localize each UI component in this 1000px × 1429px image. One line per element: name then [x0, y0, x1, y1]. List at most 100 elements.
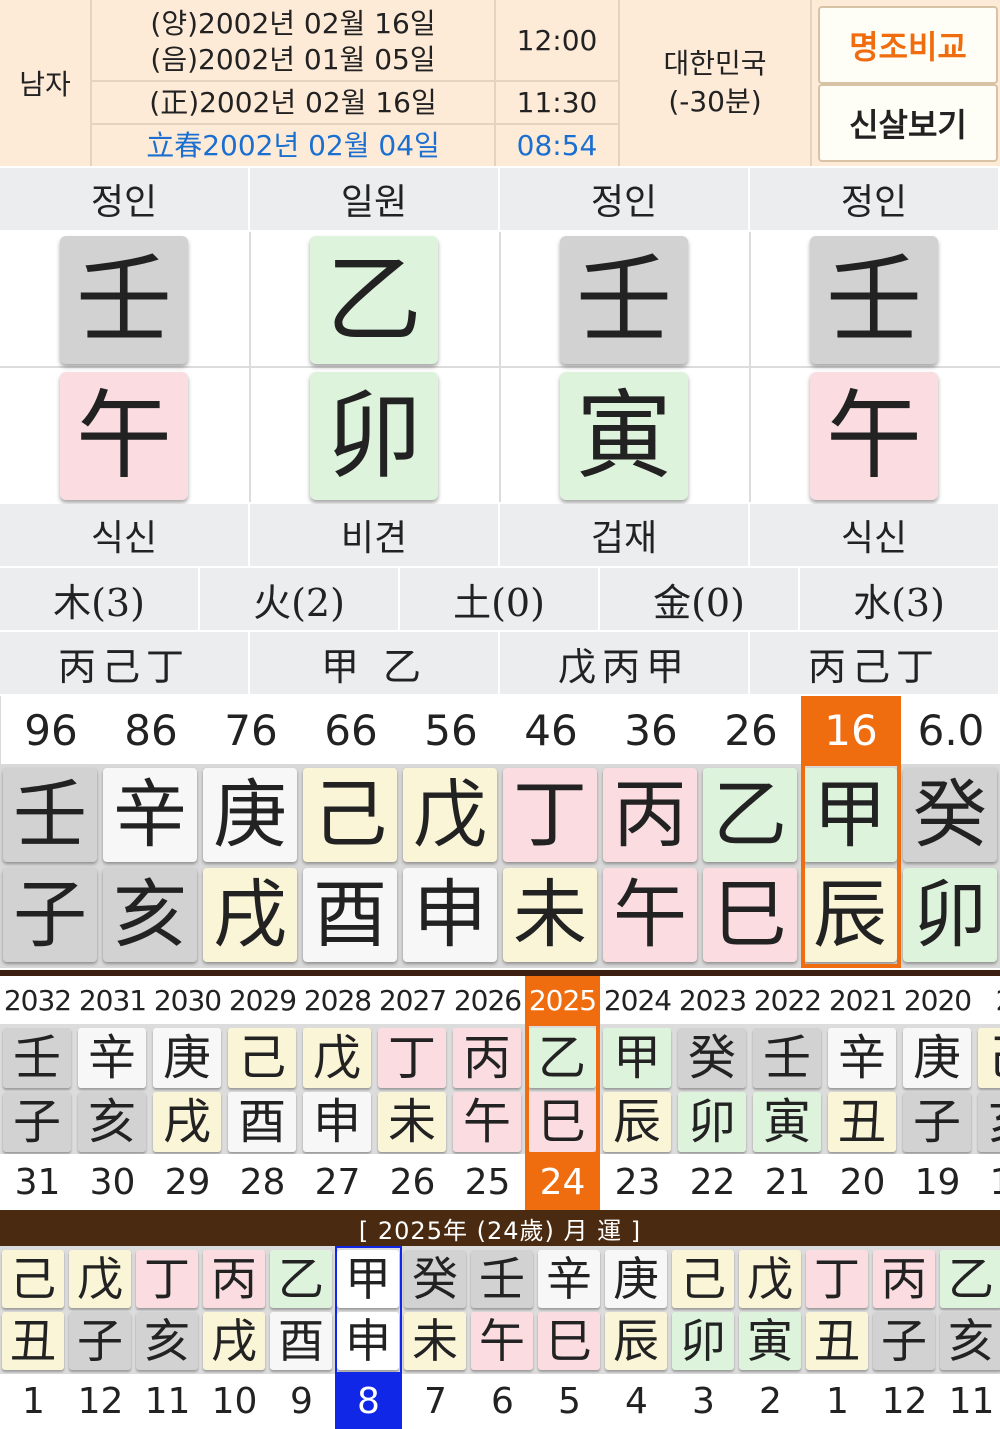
wolun-branch-tile[interactable]: 寅	[739, 1312, 801, 1370]
wolun-stem-tile[interactable]: 己	[672, 1250, 734, 1308]
wolun-branch-tile[interactable]: 亥	[136, 1312, 198, 1370]
seun-branch-tile[interactable]: 未	[378, 1092, 446, 1152]
wolun-column[interactable]: 丙子 12	[871, 1246, 938, 1429]
wolun-stem-tile[interactable]: 丁	[806, 1250, 868, 1308]
seun-column[interactable]: 2025 乙巳 24	[525, 976, 600, 1210]
wolun-column[interactable]: 戊子 12	[67, 1246, 134, 1429]
wolun-column[interactable]: 乙亥 11	[938, 1246, 1000, 1429]
seun-stem-tile[interactable]: 己	[228, 1028, 296, 1088]
wolun-column[interactable]: 壬午6	[469, 1246, 536, 1429]
daeun-branch-tile[interactable]: 亥	[103, 868, 197, 962]
daeun-branch-tile[interactable]: 戌	[203, 868, 297, 962]
wolun-branch-tile[interactable]: 未	[404, 1312, 466, 1370]
wolun-branch-tile[interactable]: 午	[471, 1312, 533, 1370]
view-sinsal-button[interactable]: 신살보기	[818, 84, 998, 162]
seun-stem-tile[interactable]: 壬	[3, 1028, 71, 1088]
wolun-stem-tile[interactable]: 壬	[471, 1250, 533, 1308]
daeun-stem-tile[interactable]: 丙	[603, 768, 697, 862]
wolun-column[interactable]: 癸未7	[402, 1246, 469, 1429]
wolun-stem-tile[interactable]: 丙	[203, 1250, 265, 1308]
daeun-column[interactable]: 36 丙午	[601, 696, 701, 968]
daeun-column[interactable]: 76 庚戌	[201, 696, 301, 968]
heavenly-stem-tile[interactable]: 壬	[810, 236, 938, 364]
seun-stem-tile[interactable]: 辛	[828, 1028, 896, 1088]
wolun-column[interactable]: 丁丑1	[804, 1246, 871, 1429]
daeun-stem-tile[interactable]: 辛	[103, 768, 197, 862]
wolun-stem-tile[interactable]: 乙	[270, 1250, 332, 1308]
wolun-branch-tile[interactable]: 巳	[538, 1312, 600, 1370]
wolun-branch-tile[interactable]: 戌	[203, 1312, 265, 1370]
seun-stem-tile[interactable]: 甲	[603, 1028, 671, 1088]
daeun-column[interactable]: 86 辛亥	[101, 696, 201, 968]
seun-branch-tile[interactable]: 申	[303, 1092, 371, 1152]
daeun-branch-tile[interactable]: 未	[503, 868, 597, 962]
wolun-stem-tile[interactable]: 丙	[873, 1250, 935, 1308]
wolun-column[interactable]: 甲申8	[335, 1246, 402, 1429]
seun-stem-tile[interactable]: 丙	[453, 1028, 521, 1088]
seun-branch-tile[interactable]: 卯	[678, 1092, 746, 1152]
wolun-stem-tile[interactable]: 癸	[404, 1250, 466, 1308]
wolun-column[interactable]: 乙酉9	[268, 1246, 335, 1429]
wolun-branch-tile[interactable]: 卯	[672, 1312, 734, 1370]
wolun-branch-tile[interactable]: 丑	[2, 1312, 64, 1370]
wolun-column[interactable]: 己卯3	[670, 1246, 737, 1429]
daeun-stem-tile[interactable]: 己	[303, 768, 397, 862]
earthly-branch-tile[interactable]: 寅	[560, 372, 688, 500]
earthly-branch-tile[interactable]: 午	[60, 372, 188, 500]
daeun-branch-tile[interactable]: 申	[403, 868, 497, 962]
daeun-column[interactable]: 46 丁未	[501, 696, 601, 968]
seun-column[interactable]: 2021 辛丑 20	[825, 976, 900, 1210]
heavenly-stem-tile[interactable]: 壬	[560, 236, 688, 364]
seun-column[interactable]: 2020 庚子 19	[900, 976, 975, 1210]
seun-branch-tile[interactable]: 辰	[603, 1092, 671, 1152]
daeun-branch-tile[interactable]: 子	[3, 868, 97, 962]
daeun-stem-tile[interactable]: 丁	[503, 768, 597, 862]
wolun-column[interactable]: 丁亥 11	[134, 1246, 201, 1429]
seun-branch-tile[interactable]: 亥	[978, 1092, 1000, 1152]
daeun-stem-tile[interactable]: 乙	[703, 768, 797, 862]
wolun-column[interactable]: 戊寅2	[737, 1246, 804, 1429]
wolun-branch-tile[interactable]: 酉	[270, 1312, 332, 1370]
seun-column[interactable]: 2023 癸卯 22	[675, 976, 750, 1210]
seun-branch-tile[interactable]: 戌	[153, 1092, 221, 1152]
wolun-branch-tile[interactable]: 丑	[806, 1312, 868, 1370]
wolun-stem-tile[interactable]: 乙	[940, 1250, 1000, 1308]
wolun-column[interactable]: 丙戌 10	[201, 1246, 268, 1429]
seun-stem-tile[interactable]: 己	[978, 1028, 1000, 1088]
seun-stem-tile[interactable]: 丁	[378, 1028, 446, 1088]
seun-column[interactable]: 2031 辛亥 30	[75, 976, 150, 1210]
wolun-stem-tile[interactable]: 己	[2, 1250, 64, 1308]
seun-stem-tile[interactable]: 癸	[678, 1028, 746, 1088]
daeun-branch-tile[interactable]: 卯	[903, 868, 997, 962]
wolun-column[interactable]: 辛巳5	[536, 1246, 603, 1429]
seun-column[interactable]: 2022 壬寅 21	[750, 976, 825, 1210]
heavenly-stem-tile[interactable]: 壬	[60, 236, 188, 364]
wolun-column[interactable]: 庚辰4	[603, 1246, 670, 1429]
seun-column[interactable]: 20己亥18	[975, 976, 1000, 1210]
earthly-branch-tile[interactable]: 午	[810, 372, 938, 500]
seun-column[interactable]: 2027 丁未 26	[375, 976, 450, 1210]
seun-branch-tile[interactable]: 子	[3, 1092, 71, 1152]
seun-column[interactable]: 2032 壬子 31	[0, 976, 75, 1210]
seun-column[interactable]: 2026 丙午 25	[450, 976, 525, 1210]
wolun-stem-tile[interactable]: 丁	[136, 1250, 198, 1308]
seun-stem-tile[interactable]: 庚	[153, 1028, 221, 1088]
wolun-branch-tile[interactable]: 亥	[940, 1312, 1000, 1370]
wolun-branch-tile[interactable]: 辰	[605, 1312, 667, 1370]
heavenly-stem-tile[interactable]: 乙	[310, 236, 438, 364]
seun-branch-tile[interactable]: 子	[903, 1092, 971, 1152]
daeun-column[interactable]: 6.0 癸卯	[901, 696, 1000, 968]
wolun-stem-tile[interactable]: 庚	[605, 1250, 667, 1308]
seun-column[interactable]: 2029 己酉 28	[225, 976, 300, 1210]
seun-branch-tile[interactable]: 亥	[78, 1092, 146, 1152]
wolun-column[interactable]: 己丑1	[0, 1246, 67, 1429]
compare-chart-button[interactable]: 명조비교	[818, 6, 998, 84]
seun-stem-tile[interactable]: 戊	[303, 1028, 371, 1088]
daeun-branch-tile[interactable]: 午	[603, 868, 697, 962]
daeun-column[interactable]: 26 乙巳	[701, 696, 801, 968]
seun-column[interactable]: 2028 戊申 27	[300, 976, 375, 1210]
daeun-branch-tile[interactable]: 酉	[303, 868, 397, 962]
earthly-branch-tile[interactable]: 卯	[310, 372, 438, 500]
daeun-stem-tile[interactable]: 壬	[3, 768, 97, 862]
daeun-stem-tile[interactable]: 癸	[903, 768, 997, 862]
